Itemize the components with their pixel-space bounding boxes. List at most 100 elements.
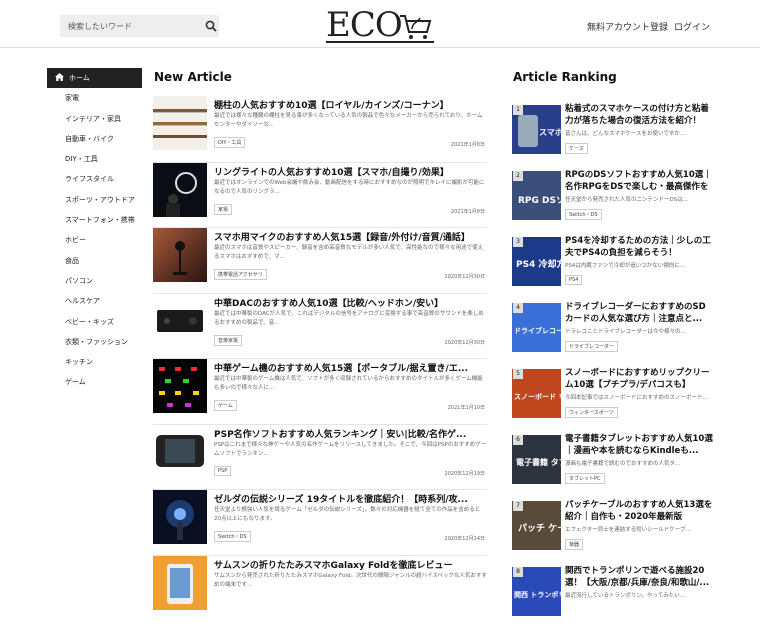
category-tag[interactable]: 楽器 [565, 539, 584, 550]
rank-number: 7 [513, 501, 523, 511]
category-tag[interactable]: ケース [565, 143, 588, 154]
ranking-item[interactable]: 8 関西 トランポリン施設 関西でトランポリンで遊べる施設20選！【大阪/京都/… [512, 565, 712, 631]
category-tag[interactable]: 携帯電話アクセサリ [214, 269, 267, 280]
svg-text:ドライブレコーダー SDカード: ドライブレコーダー SDカード [514, 326, 561, 335]
sidebar-item-sports[interactable]: スポーツ・アウトドア [47, 190, 142, 210]
svg-text:スマホケース: スマホケース [539, 128, 561, 137]
article-thumbnail[interactable] [153, 490, 207, 544]
ranking-title[interactable]: スノーボードにおすすめリップクリーム10選【プチプラ/デパコスも】 [565, 367, 713, 391]
sidebar-item-diy[interactable]: DIY・工具 [47, 149, 142, 169]
article-date: 2020年12月30日 [444, 339, 485, 346]
article-title[interactable]: PSP名作ソフトおすすめ人気ランキング｜安い|比較/名作ゲ... [214, 427, 487, 440]
article-title[interactable]: 中華DACのおすすめ人気10選【比較/ヘッドホン/安い】 [214, 296, 487, 309]
sidebar-item-hobby[interactable]: ホビー [47, 230, 142, 250]
article-item[interactable]: 中華DACのおすすめ人気10選【比較/ヘッドホン/安い】 最近では中華製のDAC… [153, 292, 487, 359]
ranking-excerpt: 任天堂から発売された人気のニンテンドーDSは... [565, 197, 688, 203]
article-item[interactable]: PSP名作ソフトおすすめ人気ランキング｜安い|比較/名作ゲ... PSPはこれま… [153, 423, 487, 490]
article-title[interactable]: リングライトの人気おすすめ10選【スマホ/自撮り/効果】 [214, 165, 487, 178]
article-item[interactable]: ゼルダの伝説シリーズ 19タイトルを徹底紹介！【時系列/攻... 任天堂より根強… [153, 489, 487, 555]
rank-number: 6 [513, 435, 523, 445]
search-input[interactable] [68, 18, 198, 34]
article-date: 2020年12月30日 [444, 274, 485, 280]
article-item[interactable]: スマホ用マイクのおすすめ人気15選【録音/外付け/音質/通話】 最近のスマホは音… [153, 227, 487, 293]
sidebar-item-home[interactable]: ホーム [47, 68, 142, 89]
svg-text:RPG DSソフト: RPG DSソフト [518, 195, 561, 206]
category-tag[interactable]: PS4 [565, 275, 583, 285]
sidebar-item-baby[interactable]: ベビー・キッズ [47, 312, 142, 332]
article-thumbnail[interactable] [153, 162, 207, 217]
article-item[interactable]: リングライトの人気おすすめ10選【スマホ/自撮り/効果】 最近ではオンラインでの… [153, 161, 487, 228]
article-item[interactable]: 中華ゲーム機のおすすめ人気15選【ポータブル/据え置き/エ... 最近では中華製… [153, 358, 487, 424]
article-item[interactable]: サムスンの折りたたみスマホGalaxy Foldを徹底レビュー サムスンから発売… [153, 554, 487, 621]
sidebar-item-food[interactable]: 食品 [47, 251, 142, 271]
site-logo[interactable]: ECO [326, 8, 434, 44]
new-article-list: 棚柱の人気おすすめ10選【ロイヤル/カインズ/コーナン】 最近では様々な種類の棚… [153, 96, 487, 620]
category-tag[interactable]: タブレットPC [565, 473, 605, 484]
article-excerpt: サムスンから発売された折りたたみスマホGalaxy Fold。次世代の間隔ジャン… [214, 572, 487, 588]
sidebar-item-kitchen[interactable]: キッチン [47, 352, 142, 372]
logo-underline [326, 41, 434, 43]
ranking-title[interactable]: パッチケーブルのおすすめ人気13選を紹介｜自作も・2020年最新版 [565, 499, 713, 523]
ranking-excerpt: ドラレコことドライブレコーダーは今や様々の... [565, 329, 686, 335]
ranking-item[interactable]: 5 スノーボード リップクリーム スノーボードにおすすめリップクリーム10選【プ… [512, 367, 712, 433]
sidebar-item-car[interactable]: 自動車・バイク [47, 129, 142, 149]
search-box[interactable] [60, 15, 219, 37]
ranking-title[interactable]: 粘着式のスマホケースの付け方と粘着力が落ちた場合の復活方法を紹介！ [565, 103, 713, 127]
article-thumbnail[interactable] [153, 555, 207, 610]
sidebar-item-fashion[interactable]: 衣類・ファッション [47, 332, 142, 352]
ranking-title[interactable]: 電子書籍タブレットおすすめ人気10選｜漫画や本を読むならKindleも... [565, 433, 713, 457]
register-link[interactable]: 無料アカウント登録 [587, 23, 668, 33]
sidebar-item-lifestyle[interactable]: ライフスタイル [47, 169, 142, 189]
category-tag[interactable]: ドライブレコーダー [565, 341, 619, 352]
article-excerpt: 最近ではオンラインでのWeb会議や飲み会、動画配信をする時におすすめなのが照明で… [214, 179, 485, 195]
article-title[interactable]: ゼルダの伝説シリーズ 19タイトルを徹底紹介！【時系列/攻... [214, 492, 487, 505]
ranking-item[interactable]: 1 スマホケース 粘着式のスマホケースの付け方と粘着力が落ちた場合の復活方法を紹… [512, 103, 712, 169]
new-article-heading: New Article [154, 70, 232, 84]
ranking-excerpt: PS4は内蔵ファンで冷却が追いつかない傾向に... [565, 263, 686, 269]
ranking-title[interactable]: PS4を冷却するための方法｜少しの工夫でPS4の負担を減らそう！ [565, 235, 713, 259]
rank-number: 2 [513, 171, 523, 181]
article-title[interactable]: スマホ用マイクのおすすめ人気15選【録音/外付け/音質/通話】 [214, 230, 487, 243]
article-thumbnail[interactable] [153, 293, 207, 348]
category-tag[interactable]: DIY・工具 [214, 137, 246, 148]
login-link[interactable]: ログイン [674, 23, 710, 33]
category-tag[interactable]: Switch・DS [565, 209, 602, 220]
ranking-title[interactable]: ドライブレコーダーにおすすめのSDカードの人気な選び方｜注意点と... [565, 301, 713, 325]
article-title[interactable]: 中華ゲーム機のおすすめ人気15選【ポータブル/据え置き/エ... [214, 361, 487, 374]
ranking-item[interactable]: 4 ドライブレコーダー SDカード ドライブレコーダーにおすすめのSDカードの人… [512, 301, 712, 367]
sidebar-item-appliances[interactable]: 家電 [47, 88, 142, 108]
ranking-list: 1 スマホケース 粘着式のスマホケースの付け方と粘着力が落ちた場合の復活方法を紹… [512, 103, 713, 631]
article-thumbnail[interactable] [153, 96, 207, 150]
article-excerpt: 最近では様々な種類の棚柱を見る事が多くなっている人気の製品で色々なメーカーから売… [214, 113, 483, 128]
category-tag[interactable]: 家電 [214, 203, 233, 215]
ranking-title[interactable]: 関西でトランポリンで遊べる施設20選！【大阪/京都/兵庫/奈良/和歌山/... [565, 565, 713, 589]
article-excerpt: 最近では中華製のDACが人気で、これはデジタルの信号をアナログに変換する事で高音… [214, 310, 484, 326]
ranking-item[interactable]: 6 電子書籍 タブレット 電子書籍タブレットおすすめ人気10選｜漫画や本を読むな… [512, 433, 713, 499]
category-sidebar: ホーム 家電 インテリア・家具 自動車・バイク DIY・工具 ライフスタイル ス… [47, 68, 142, 393]
category-tag[interactable]: 音楽家電 [214, 334, 243, 346]
sidebar-item-pc[interactable]: パソコン [47, 271, 142, 291]
sidebar-item-game[interactable]: ゲーム [47, 372, 142, 392]
ranking-item[interactable]: 7 パッチ ケーブル パッチケーブルのおすすめ人気13選を紹介｜自作も・2020… [512, 499, 712, 565]
article-title[interactable]: サムスンの折りたたみスマホGalaxy Foldを徹底レビュー [214, 558, 487, 571]
category-tag[interactable]: Switch・DS [214, 531, 251, 542]
category-tag[interactable]: ウィンタースポーツ [565, 407, 618, 418]
article-thumbnail[interactable] [153, 359, 207, 413]
article-title[interactable]: 棚柱の人気おすすめ10選【ロイヤル/カインズ/コーナン】 [214, 98, 487, 111]
ranking-item[interactable]: 3 PS4 冷却方法 PS4を冷却するための方法｜少しの工夫でPS4の負担を減ら… [512, 235, 712, 301]
rank-number: 4 [513, 303, 523, 313]
rank-number: 5 [513, 369, 523, 379]
ranking-excerpt: 皆さんは、どんなスマホケースをお使いですか... [565, 131, 686, 137]
sidebar-item-smartphone[interactable]: スマートフォン・携帯 [47, 210, 142, 230]
article-item[interactable]: 棚柱の人気おすすめ10選【ロイヤル/カインズ/コーナン】 最近では様々な種類の棚… [153, 96, 487, 162]
article-thumbnail[interactable] [153, 228, 207, 282]
category-tag[interactable]: PSP [214, 465, 232, 476]
ranking-excerpt: 今回本記事ではスノーボードにおすすめのスノーボード... [565, 395, 708, 401]
sidebar-item-healthcare[interactable]: ヘルスケア [47, 291, 142, 311]
article-thumbnail[interactable] [153, 424, 207, 479]
ranking-title[interactable]: RPGのDSソフトおすすめ人気10選｜名作RPGをDSで楽しむ・最高傑作をプ..… [565, 169, 713, 193]
sidebar-item-interior[interactable]: インテリア・家具 [47, 109, 142, 129]
category-tag[interactable]: ゲーム [214, 400, 237, 411]
ranking-item[interactable]: 2 RPG DSソフト RPGのDSソフトおすすめ人気10選｜名作RPGをDSで… [512, 169, 712, 235]
search-icon[interactable] [205, 20, 217, 32]
